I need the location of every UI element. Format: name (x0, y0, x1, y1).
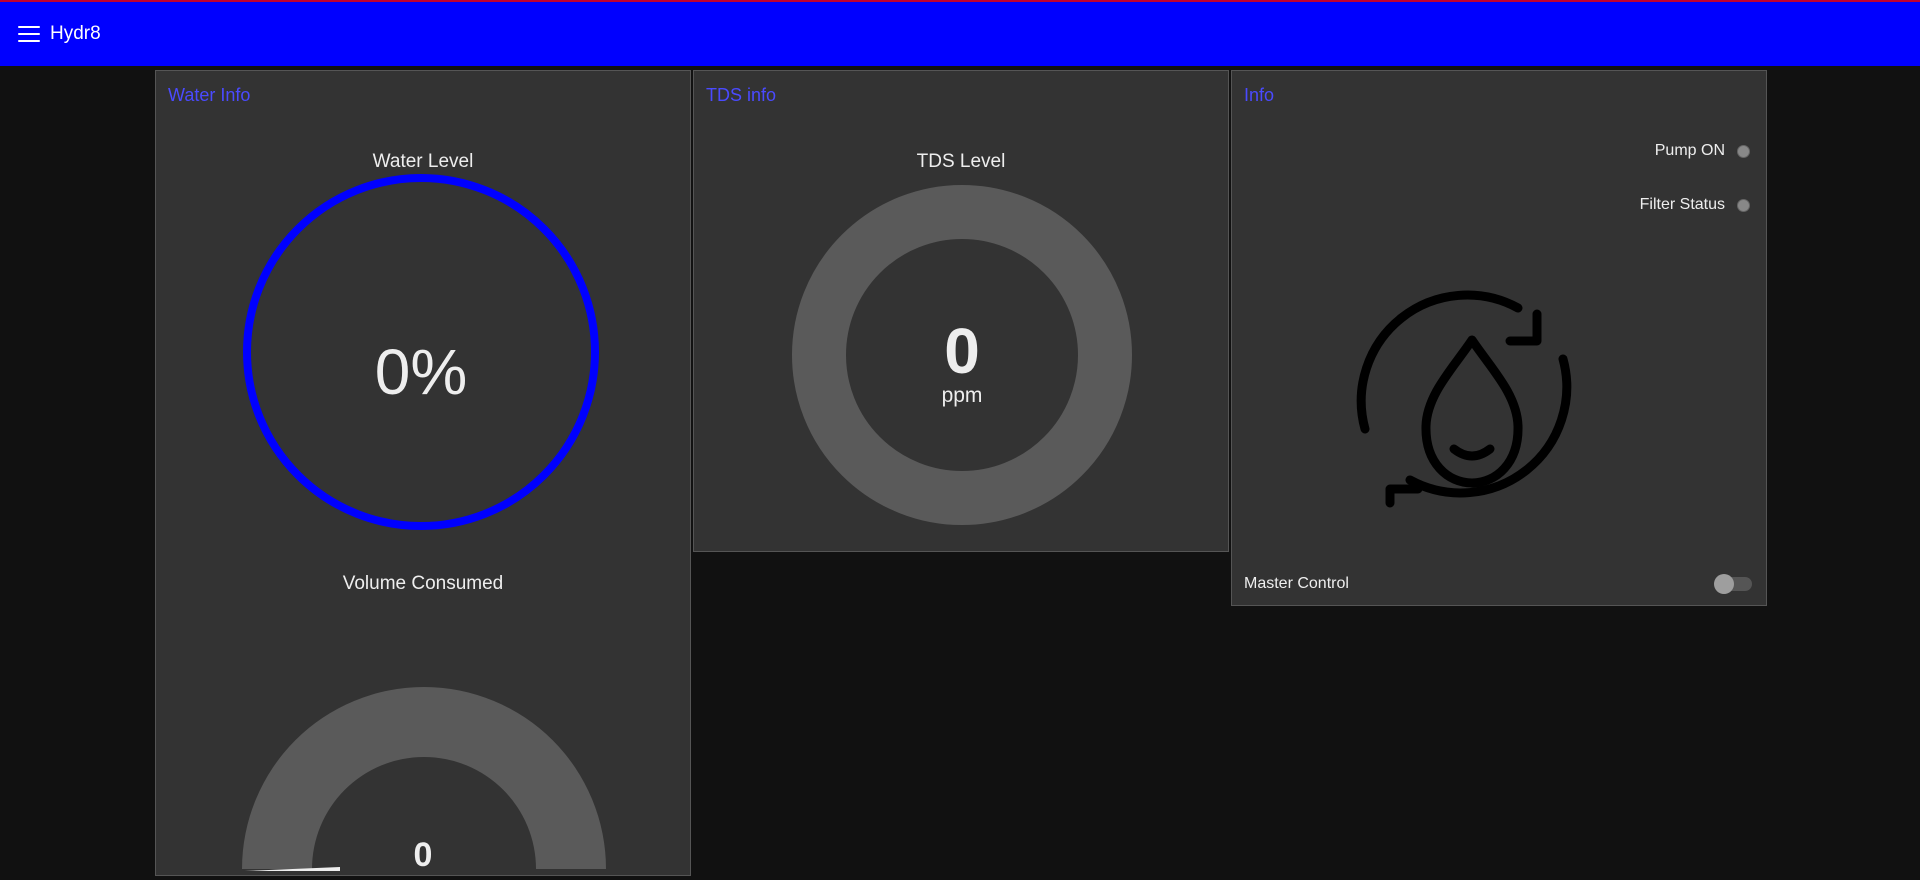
pump-status-label: Pump ON (1654, 142, 1725, 159)
app-title: Hydr8 (50, 23, 101, 44)
top-app-bar: Hydr8 (0, 0, 1920, 66)
volume-gauge: 0 ml 0 10000 (242, 687, 606, 871)
tds-info-card: TDS info TDS Level 0 ppm (693, 70, 1229, 552)
tds-unit: ppm (942, 384, 983, 407)
water-level-value: 0% (375, 336, 468, 408)
filter-status-led (1737, 198, 1750, 212)
tds-gauge: 0 ppm (792, 185, 1132, 525)
water-drop-refresh-icon (1356, 290, 1572, 508)
master-control-label: Master Control (1244, 575, 1349, 592)
info-title: Info (1244, 85, 1275, 105)
hamburger-menu-icon[interactable] (18, 26, 40, 42)
pump-status-row: Pump ON (1655, 142, 1750, 160)
volume-consumed-label: Volume Consumed (342, 573, 504, 594)
info-card: Info Pump ON Filter Status Master Contro… (1231, 70, 1767, 606)
water-info-title: Water Info (168, 85, 251, 105)
filter-status-label: Filter Status (1639, 196, 1725, 213)
master-control-toggle[interactable] (1714, 574, 1752, 594)
volume-value: 0 (414, 836, 433, 871)
filter-status-row: Filter Status (1640, 196, 1750, 214)
water-level-label: Water Level (372, 151, 474, 172)
tds-value: 0 (944, 315, 980, 387)
pump-status-led (1737, 144, 1750, 158)
water-level-gauge: 0% (243, 174, 599, 530)
water-info-card: Water Info Water Level 0% Volume Consume… (155, 70, 691, 876)
tds-info-title: TDS info (706, 85, 777, 105)
master-control-row: Master Control (1244, 574, 1752, 594)
master-control-toggle-knob[interactable] (1714, 574, 1734, 594)
tds-level-label: TDS Level (916, 151, 1006, 172)
